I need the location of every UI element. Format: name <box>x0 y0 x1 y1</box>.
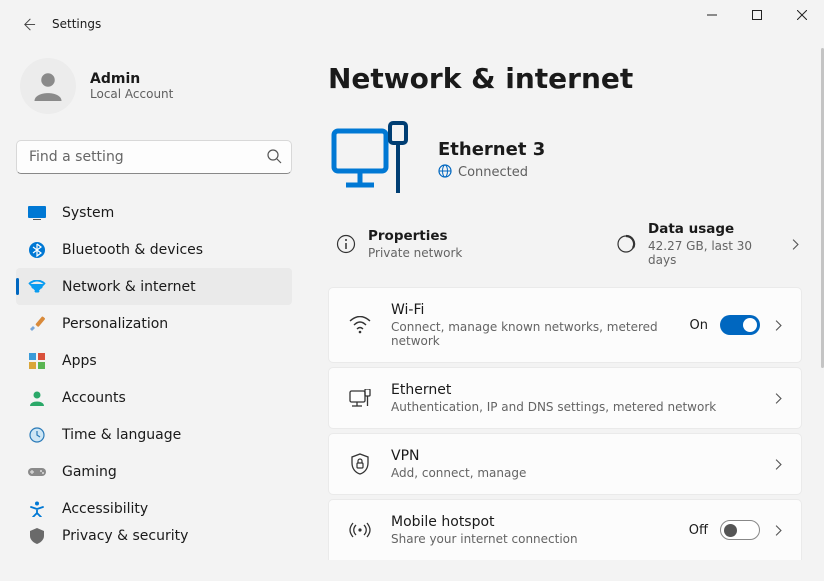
vpn-shield-icon <box>349 453 371 475</box>
card-ethernet[interactable]: Ethernet Authentication, IP and DNS sett… <box>328 367 802 429</box>
data-usage-icon <box>616 234 636 254</box>
sidebar-item-accounts[interactable]: Accounts <box>16 379 292 416</box>
card-title: Wi-Fi <box>391 302 690 318</box>
card-sub: Connect, manage known networks, metered … <box>391 320 690 348</box>
connection-name: Ethernet 3 <box>438 139 545 160</box>
sidebar-item-network[interactable]: Network & internet <box>16 268 292 305</box>
wifi-toggle[interactable] <box>720 315 760 335</box>
chevron-right-icon <box>772 524 785 537</box>
card-title: VPN <box>391 448 772 464</box>
apps-icon <box>28 352 46 370</box>
privacy-icon <box>28 527 46 545</box>
accessibility-icon <box>28 500 46 518</box>
profile-sub: Local Account <box>90 87 173 101</box>
hotspot-toggle[interactable] <box>720 520 760 540</box>
chevron-right-icon <box>772 458 785 471</box>
info-icon <box>336 234 356 254</box>
ethernet-icon <box>349 387 371 409</box>
card-hotspot[interactable]: Mobile hotspot Share your internet conne… <box>328 499 802 560</box>
nav-label: System <box>62 205 114 221</box>
system-icon <box>28 204 46 222</box>
sidebar-item-personalization[interactable]: Personalization <box>16 305 292 342</box>
nav-label: Accounts <box>62 390 126 406</box>
data-usage-sub: 42.27 GB, last 30 days <box>648 239 777 267</box>
hotspot-icon <box>349 519 371 541</box>
card-title: Mobile hotspot <box>391 514 689 530</box>
hotspot-toggle-label: Off <box>689 523 708 538</box>
bluetooth-icon <box>28 241 46 259</box>
sidebar: Admin Local Account System Bluetooth & d… <box>0 48 300 581</box>
minimize-button[interactable] <box>689 0 734 30</box>
title-bar: Settings <box>0 0 824 48</box>
nav-label: Bluetooth & devices <box>62 242 203 258</box>
ethernet-hero-icon <box>328 115 418 205</box>
chevron-right-icon <box>789 238 802 251</box>
meta-row: Properties Private network Data usage 42… <box>328 217 820 287</box>
avatar <box>20 58 76 114</box>
nav-list: System Bluetooth & devices Network & int… <box>16 194 292 545</box>
sidebar-item-gaming[interactable]: Gaming <box>16 453 292 490</box>
nav-label: Accessibility <box>62 501 148 517</box>
profile[interactable]: Admin Local Account <box>16 48 292 132</box>
search-icon <box>266 148 282 168</box>
nav-label: Gaming <box>62 464 117 480</box>
back-button[interactable] <box>20 16 36 32</box>
page-title: Network & internet <box>328 62 820 95</box>
card-sub: Share your internet connection <box>391 532 689 546</box>
sidebar-item-bluetooth[interactable]: Bluetooth & devices <box>16 231 292 268</box>
properties-item[interactable]: Properties Private network <box>336 228 604 260</box>
sidebar-item-accessibility[interactable]: Accessibility <box>16 490 292 527</box>
maximize-button[interactable] <box>734 0 779 30</box>
nav-label: Apps <box>62 353 97 369</box>
window-title: Settings <box>52 17 101 31</box>
chevron-right-icon <box>772 319 785 332</box>
card-sub: Authentication, IP and DNS settings, met… <box>391 400 772 414</box>
properties-title: Properties <box>368 228 462 244</box>
nav-label: Personalization <box>62 316 168 332</box>
settings-cards: Wi-Fi Connect, manage known networks, me… <box>328 287 820 560</box>
wifi-icon <box>349 314 371 336</box>
nav-label: Time & language <box>62 427 181 443</box>
close-button[interactable] <box>779 0 824 30</box>
globe-icon <box>438 164 452 182</box>
properties-sub: Private network <box>368 246 462 260</box>
profile-name: Admin <box>90 71 173 87</box>
search-input[interactable] <box>16 140 292 174</box>
clock-icon <box>28 426 46 444</box>
sidebar-item-time[interactable]: Time & language <box>16 416 292 453</box>
network-icon <box>28 278 46 296</box>
connection-hero: Ethernet 3 Connected <box>328 115 820 205</box>
personalization-icon <box>28 315 46 333</box>
card-sub: Add, connect, manage <box>391 466 772 480</box>
card-title: Ethernet <box>391 382 772 398</box>
nav-label: Network & internet <box>62 279 196 295</box>
connection-status: Connected <box>438 164 545 182</box>
main-content: Network & internet Ethernet 3 Connecte <box>300 48 824 581</box>
sidebar-item-apps[interactable]: Apps <box>16 342 292 379</box>
accounts-icon <box>28 389 46 407</box>
chevron-right-icon <box>772 392 785 405</box>
sidebar-item-privacy[interactable]: Privacy & security <box>16 527 292 545</box>
gaming-icon <box>28 463 46 481</box>
sidebar-item-system[interactable]: System <box>16 194 292 231</box>
data-usage-title: Data usage <box>648 221 777 237</box>
wifi-toggle-label: On <box>690 318 708 333</box>
window-controls <box>689 0 824 30</box>
card-vpn[interactable]: VPN Add, connect, manage <box>328 433 802 495</box>
data-usage-item[interactable]: Data usage 42.27 GB, last 30 days <box>616 221 777 267</box>
search-box[interactable] <box>16 140 292 174</box>
nav-label: Privacy & security <box>62 528 188 544</box>
card-wifi[interactable]: Wi-Fi Connect, manage known networks, me… <box>328 287 802 363</box>
